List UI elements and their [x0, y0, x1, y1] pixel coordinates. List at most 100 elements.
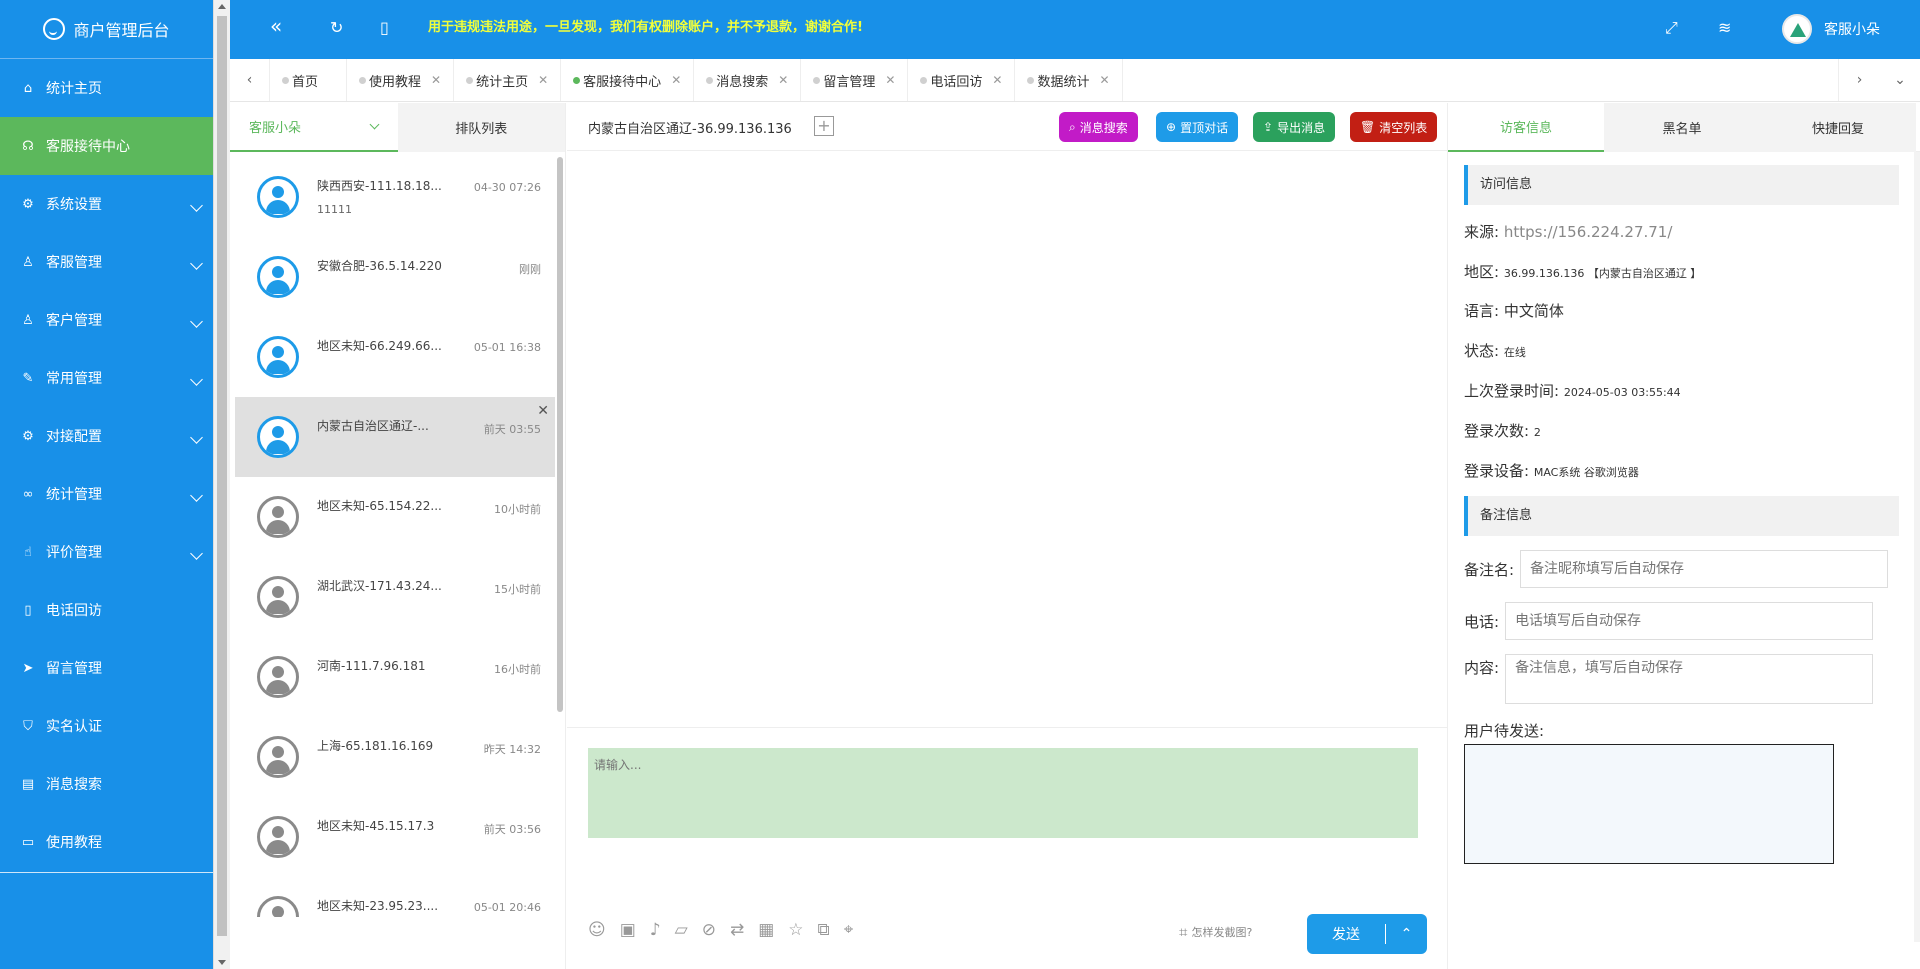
close-icon[interactable]: ✕ [778, 73, 788, 87]
tab-0[interactable]: 首页 [270, 59, 348, 101]
chevron-down-icon[interactable] [369, 119, 379, 130]
screenshot-hint[interactable]: ⌗ 怎样发截图? [1179, 923, 1252, 941]
tab-label[interactable]: 数据统计 [1037, 71, 1089, 90]
tab-6[interactable]: 电话回访 ✕ [908, 59, 1016, 101]
transfer-icon[interactable]: ⇄ [730, 920, 744, 940]
content-textarea[interactable] [1505, 654, 1874, 704]
avatar[interactable] [1782, 14, 1812, 44]
close-icon[interactable]: ✕ [992, 73, 1002, 87]
tab-label[interactable]: 客服接待中心 [583, 71, 661, 90]
clear-list-button[interactable]: 🗑 清空列表 [1350, 112, 1438, 142]
right-tab-2[interactable]: 快捷回复 [1760, 103, 1916, 152]
sidebar-item-6[interactable]: ⚙ 对接配置 [0, 407, 213, 465]
close-icon[interactable]: ✕ [537, 403, 549, 419]
tabs-scroll-right-icon[interactable]: › [1838, 59, 1880, 101]
tab-label[interactable]: 留言管理 [823, 71, 875, 90]
image-icon[interactable]: ▣ [620, 920, 636, 940]
user-menu[interactable]: 客服小朵 [1782, 14, 1880, 44]
username[interactable]: 客服小朵 [1824, 19, 1880, 39]
tab-5[interactable]: 留言管理 ✕ [801, 59, 909, 101]
tab-4[interactable]: 消息搜索 ✕ [694, 59, 802, 101]
tabs-more-chevron-down-icon[interactable]: ⌄ [1880, 59, 1920, 101]
emoji-icon[interactable]: ☺ [588, 920, 606, 940]
export-messages-button[interactable]: ⇪ 导出消息 [1253, 112, 1336, 142]
chevron-down-icon [190, 257, 203, 270]
list-item[interactable]: 地区未知-66.249.66... 05-01 16:38 [235, 317, 555, 397]
list-item[interactable]: 地区未知-65.154.22... 10小时前 [235, 477, 555, 557]
folder-icon[interactable]: ▱ [675, 920, 688, 940]
tab-3[interactable]: 客服接待中心 ✕ [561, 59, 695, 101]
sidebar-item-0[interactable]: ⌂ 统计主页 [0, 59, 213, 117]
right-tab-1[interactable]: 黑名单 [1604, 103, 1760, 152]
right-panel-scrollbar[interactable] [1914, 152, 1920, 942]
add-icon[interactable]: + [814, 116, 834, 136]
message-search-button[interactable]: ⌕ 消息搜索 [1059, 112, 1138, 142]
close-icon[interactable]: ✕ [538, 73, 548, 87]
sidebar-item-13[interactable]: ▭ 使用教程 [0, 813, 213, 871]
sidebar-item-8[interactable]: ☝ 评价管理 [0, 523, 213, 581]
notice-text: 用于违规违法用途，一旦发现，我们有权删除账户，并不予退款，谢谢合作! [428, 20, 863, 35]
remark-name-input[interactable] [1520, 550, 1889, 588]
sidebar-item-2[interactable]: ⚙ 系统设置 [0, 175, 213, 233]
mobile-icon[interactable]: ▯ [380, 18, 389, 37]
tab-agent[interactable]: 客服小朵 [230, 103, 398, 152]
sidebar-item-3[interactable]: ♙ 客服管理 [0, 233, 213, 291]
close-icon[interactable]: ✕ [671, 73, 681, 87]
send-button-label[interactable]: 发送 [1307, 924, 1386, 944]
tab-label[interactable]: 电话回访 [930, 71, 982, 90]
message-input[interactable] [588, 748, 1418, 838]
phone-input[interactable] [1505, 602, 1874, 640]
refresh-icon[interactable]: ↻ [330, 18, 343, 37]
sidebar-menu: ⌂ 统计主页 ☊ 客服接待中心 ⚙ 系统设置 ♙ 客服管理 ♙ 客户管理 ✎ 常用管理 ⚙ 对接配置 ∞ 统计… [0, 59, 213, 871]
close-icon[interactable]: ✕ [431, 73, 441, 87]
sidebar-item-4[interactable]: ♙ 客户管理 [0, 291, 213, 349]
close-icon[interactable]: ✕ [1100, 73, 1110, 87]
list-item[interactable]: 湖北武汉-171.43.24... 15小时前 [235, 557, 555, 637]
sidebar-item-10[interactable]: ➤ 留言管理 [0, 639, 213, 697]
scroll-up-arrow-icon[interactable] [218, 4, 226, 9]
star-icon[interactable]: ☆ [788, 920, 803, 940]
sidebar-item-12[interactable]: ▤ 消息搜索 [0, 755, 213, 813]
list-item[interactable]: 陕西西安-111.18.18... 11111 04-30 07:26 [235, 157, 555, 237]
tab-queue[interactable]: 排队列表 [397, 103, 565, 152]
sidebar-item-9[interactable]: ▯ 电话回访 [0, 581, 213, 639]
send-button[interactable]: 发送 ⌃ [1307, 914, 1427, 954]
list-item[interactable]: 上海-65.181.16.169 昨天 14:32 [235, 717, 555, 797]
block-icon[interactable]: ⊘ [702, 920, 716, 940]
sidebar-item-1[interactable]: ☊ 客服接待中心 [0, 117, 213, 175]
tab-2[interactable]: 统计主页 ✕ [454, 59, 562, 101]
list-item[interactable]: 安徽合肥-36.5.14.220 刚刚 [235, 237, 555, 317]
list-item[interactable]: 内蒙古自治区通辽-... 前天 03:55 ✕ [235, 397, 555, 477]
tabs-scroll-left-icon[interactable]: ‹ [230, 59, 270, 101]
pin-conversation-button[interactable]: ⊕ 置顶对话 [1156, 112, 1239, 142]
sidebar-item-11[interactable]: ⛉ 实名认证 [0, 697, 213, 755]
close-icon[interactable]: ✕ [885, 73, 895, 87]
chevron-up-icon[interactable]: ⌃ [1386, 926, 1427, 942]
list-item[interactable]: 河南-111.7.96.181 16小时前 [235, 637, 555, 717]
list-item[interactable]: 地区未知-23.95.23.... 05-01 20:46 [235, 877, 555, 917]
collapse-sidebar-icon[interactable]: « [270, 14, 282, 38]
tab-label[interactable]: 消息搜索 [716, 71, 768, 90]
conversation-scrollbar[interactable] [557, 157, 563, 712]
calendar-icon[interactable]: ▦ [758, 920, 774, 940]
scrollbar-thumb[interactable] [217, 16, 227, 936]
tab-1[interactable]: 使用教程 ✕ [347, 59, 455, 101]
tab-label[interactable]: 使用教程 [369, 71, 421, 90]
sidebar-item-5[interactable]: ✎ 常用管理 [0, 349, 213, 407]
microphone-icon[interactable]: ♪ [650, 920, 661, 940]
translate-icon[interactable]: ⧉ [818, 920, 830, 940]
scroll-down-arrow-icon[interactable] [218, 960, 226, 965]
location-icon[interactable]: ⌖ [844, 920, 854, 940]
last-active-time: 04-30 07:26 [473, 181, 541, 194]
right-tab-0[interactable]: 访客信息 [1448, 103, 1604, 152]
tab-7[interactable]: 数据统计 ✕ [1015, 59, 1123, 101]
sidebar-scrollbar[interactable] [213, 0, 230, 969]
fullscreen-icon[interactable]: ⤢ [1665, 18, 1678, 38]
list-item[interactable]: 地区未知-45.15.17.3 前天 03:56 [235, 797, 555, 877]
tab-label[interactable]: 统计主页 [476, 71, 528, 90]
layers-icon[interactable]: ≋ [1718, 18, 1731, 37]
login-count-row: 登录次数: 2 [1464, 420, 1541, 441]
tab-label[interactable]: 首页 [292, 71, 318, 90]
source-value[interactable]: https://156.224.27.71/ [1504, 223, 1673, 241]
sidebar-item-7[interactable]: ∞ 统计管理 [0, 465, 213, 523]
